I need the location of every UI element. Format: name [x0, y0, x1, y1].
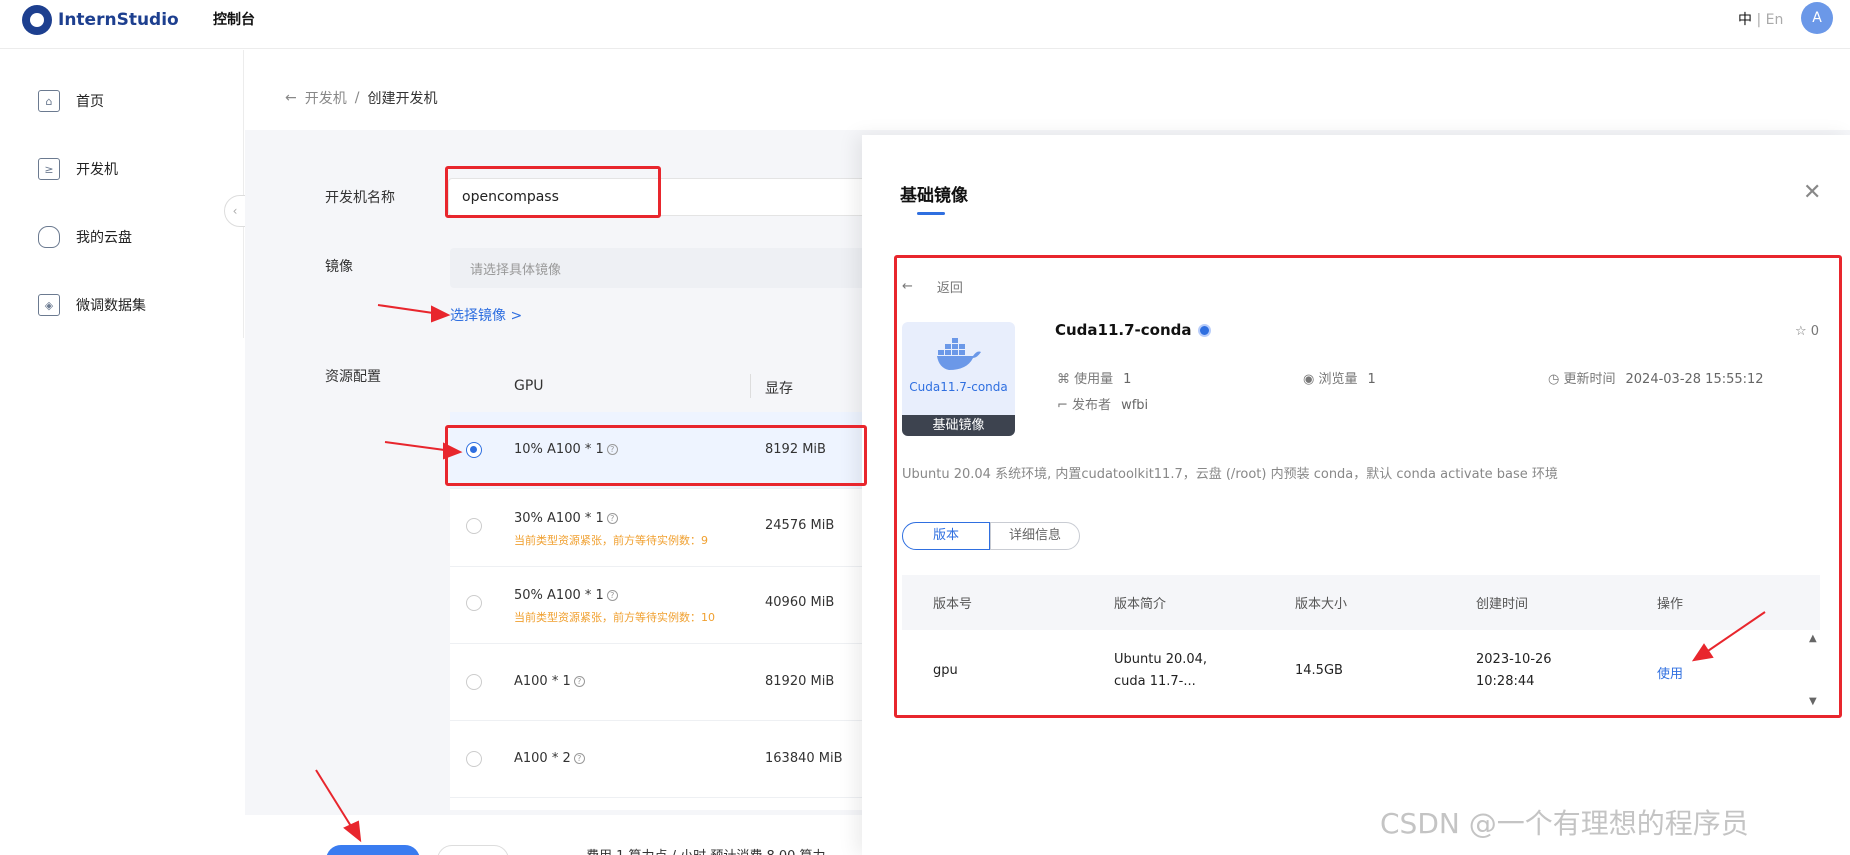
- annotation-arrows: [315, 304, 1766, 843]
- watermark: CSDN @一个有理想的程序员: [1380, 807, 1749, 840]
